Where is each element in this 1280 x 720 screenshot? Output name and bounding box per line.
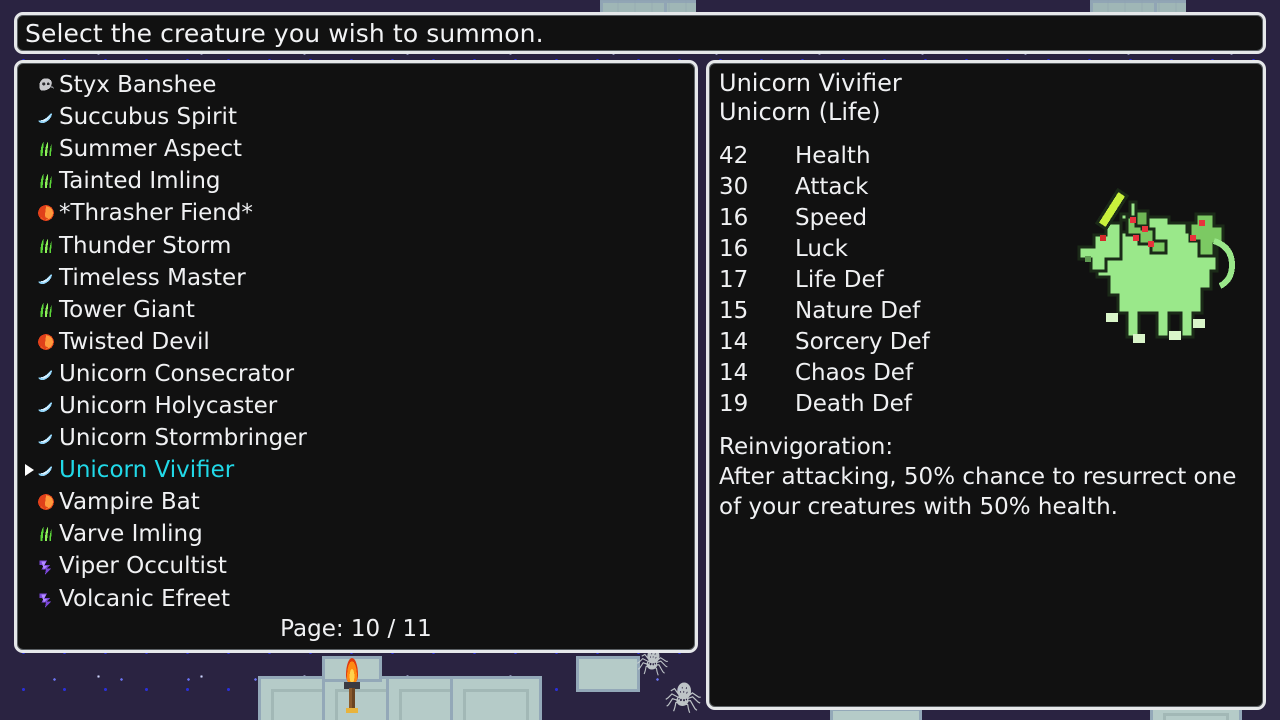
stat-label: Chaos Def — [795, 360, 914, 386]
ability-block: Reinvigoration: After attacking, 50% cha… — [719, 432, 1243, 522]
detail-creature-name: Unicorn Vivifier — [719, 69, 902, 97]
creature-name: Tainted Imling — [59, 168, 221, 195]
detail-creature-type: Unicorn (Life) — [719, 98, 881, 126]
list-item[interactable]: Unicorn Holycaster — [25, 390, 687, 422]
creature-name: Varve Imling — [59, 521, 203, 548]
sorcery-wisp-icon — [37, 108, 55, 126]
creature-name: Vampire Bat — [59, 489, 200, 516]
creature-name: Unicorn Consecrator — [59, 360, 295, 387]
stat-row: 42 Health — [719, 141, 930, 172]
stat-row: 14 Sorcery Def — [719, 327, 930, 358]
nature-leaf-icon — [37, 237, 55, 255]
nature-leaf-icon — [37, 172, 55, 190]
death-bolt-icon — [37, 590, 55, 608]
stat-value: 42 — [719, 143, 749, 169]
creature-name: Timeless Master — [59, 264, 246, 291]
list-item[interactable]: Timeless Master — [25, 262, 687, 294]
unicorn-sprite — [1061, 181, 1241, 361]
creature-name: Succubus Spirit — [59, 104, 237, 131]
creature-name: Summer Aspect — [59, 136, 243, 163]
creature-name: Twisted Devil — [59, 328, 210, 355]
stat-row: 15 Nature Def — [719, 296, 930, 327]
creature-name: Unicorn Vivifier — [59, 457, 235, 484]
creature-list[interactable]: Styx Banshee Succubus Spirit Summer Aspect… — [25, 69, 687, 615]
stat-value: 19 — [719, 391, 749, 417]
stat-label: Attack — [795, 174, 869, 200]
stat-label: Health — [795, 143, 871, 169]
creature-name: Unicorn Holycaster — [59, 392, 278, 419]
selection-cursor-icon — [25, 464, 34, 477]
creature-name: Viper Occultist — [59, 553, 227, 580]
list-item[interactable]: Succubus Spirit — [25, 101, 687, 133]
floor-block — [450, 676, 542, 720]
stats-table: 42 Health 30 Attack 16 Speed 16 Luck 17 Life Def 1… — [719, 141, 930, 420]
death-bolt-icon — [37, 557, 55, 576]
creature-name: Tower Giant — [59, 296, 195, 323]
stat-value: 16 — [719, 236, 749, 262]
stat-row: 16 Luck — [719, 234, 930, 265]
list-item[interactable]: Unicorn Vivifier — [25, 454, 687, 486]
stat-value: 15 — [719, 298, 749, 324]
stat-row: 19 Death Def — [719, 389, 930, 420]
torch-decor — [344, 658, 360, 714]
sorcery-wisp-icon — [37, 365, 55, 383]
spider-decor: 🕷 — [664, 681, 703, 716]
list-item[interactable]: Unicorn Stormbringer — [25, 422, 687, 454]
list-item[interactable]: Vampire Bat — [25, 486, 687, 518]
list-item[interactable]: Varve Imling — [25, 518, 687, 550]
stat-value: 30 — [719, 174, 749, 200]
creature-name: Volcanic Efreet — [59, 585, 230, 612]
game-screen: 🕷 🕷 Select the creature you wish to summ… — [0, 0, 1280, 720]
sorcery-wisp-icon — [37, 269, 55, 287]
stat-label: Sorcery Def — [795, 329, 930, 355]
chaos-spiral-icon — [37, 333, 55, 351]
creature-name: *Thrasher Fiend* — [59, 200, 253, 227]
nature-leaf-icon — [37, 140, 55, 158]
stat-label: Nature Def — [795, 298, 921, 324]
creature-name: Styx Banshee — [59, 72, 217, 99]
list-item[interactable]: Volcanic Efreet — [25, 583, 687, 615]
sorcery-wisp-icon — [37, 461, 55, 479]
spider-decor: 🕷 — [636, 648, 670, 678]
prompt-bar: Select the creature you wish to summon. — [14, 12, 1266, 54]
stat-label: Speed — [795, 205, 868, 231]
page-indicator: Page: 10 / 11 — [280, 616, 432, 642]
chaos-spiral-icon — [37, 493, 55, 511]
stat-label: Death Def — [795, 391, 912, 417]
list-item[interactable]: Unicorn Consecrator — [25, 358, 687, 390]
death-skull-icon — [37, 76, 55, 94]
nature-leaf-icon — [37, 301, 55, 319]
ability-text: After attacking, 50% chance to resurrect… — [719, 464, 1237, 520]
chaos-spiral-icon — [37, 204, 55, 222]
list-item[interactable]: Viper Occultist — [25, 550, 687, 582]
stat-row: 14 Chaos Def — [719, 358, 930, 389]
list-item[interactable]: Tower Giant — [25, 294, 687, 326]
creature-name: Unicorn Stormbringer — [59, 425, 307, 452]
stat-label: Luck — [795, 236, 848, 262]
floor-block — [576, 656, 640, 692]
stat-value: 14 — [719, 360, 749, 386]
stat-value: 16 — [719, 205, 749, 231]
list-item[interactable]: Summer Aspect — [25, 133, 687, 165]
list-item[interactable]: Tainted Imling — [25, 165, 687, 197]
creature-detail-panel: Unicorn Vivifier Unicorn (Life) 42 Health… — [706, 60, 1266, 710]
stat-value: 14 — [719, 329, 749, 355]
ability-name: Reinvigoration: — [719, 434, 894, 460]
sorcery-wisp-icon — [37, 397, 55, 415]
stat-row: 16 Speed — [719, 203, 930, 234]
creature-list-panel[interactable]: Styx Banshee Succubus Spirit Summer Aspect… — [14, 60, 698, 653]
nature-leaf-icon — [37, 525, 55, 543]
stat-value: 17 — [719, 267, 749, 293]
sorcery-wisp-icon — [37, 429, 55, 447]
list-item[interactable]: Twisted Devil — [25, 326, 687, 358]
prompt-text: Select the creature you wish to summon. — [25, 18, 544, 48]
list-item[interactable]: Styx Banshee — [25, 69, 687, 101]
list-item[interactable]: Thunder Storm — [25, 229, 687, 261]
stat-row: 30 Attack — [719, 172, 930, 203]
stat-row: 17 Life Def — [719, 265, 930, 296]
creature-name: Thunder Storm — [59, 232, 232, 259]
stat-label: Life Def — [795, 267, 884, 293]
list-item[interactable]: *Thrasher Fiend* — [25, 197, 687, 229]
